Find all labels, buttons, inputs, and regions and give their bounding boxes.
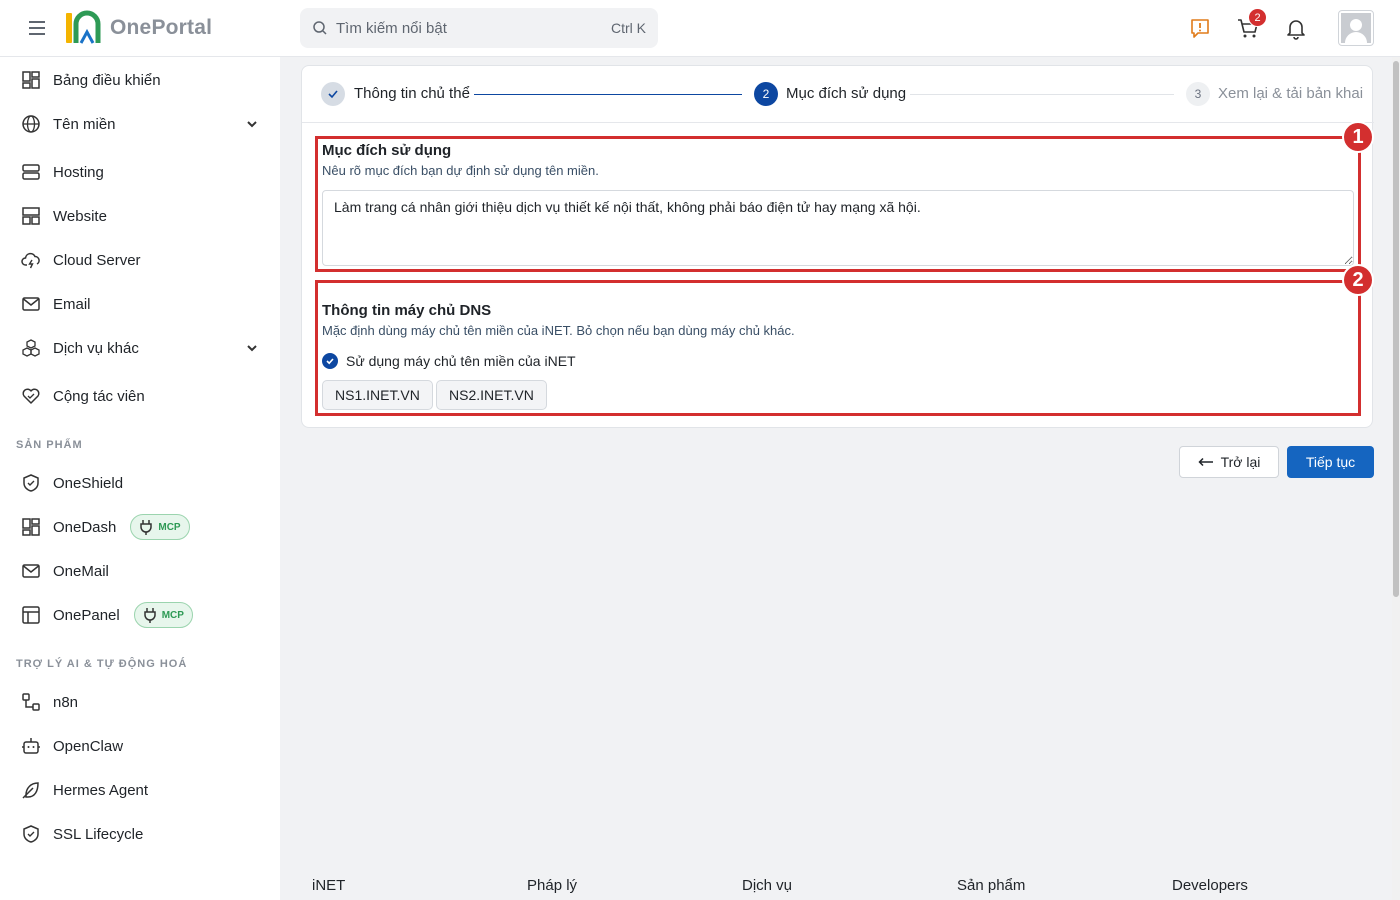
section-title-ai: TRỢ LÝ AI & TỰ ĐỘNG HOÁ — [16, 658, 188, 670]
sidebar-item-openclaw[interactable]: OpenClaw — [0, 728, 280, 764]
sidebar-item-cloud-server[interactable]: Cloud Server — [0, 242, 280, 278]
sidebar-item-label: n8n — [53, 693, 79, 711]
cloud-icon — [21, 252, 40, 269]
sidebar-item-label: Email — [53, 295, 91, 313]
footer-link-services[interactable]: Dịch vụ — [742, 877, 792, 894]
back-button[interactable]: Trở lại — [1179, 446, 1279, 478]
dashboard-icon — [22, 518, 40, 536]
dashboard-icon — [22, 71, 40, 89]
sidebar-item-dashboard[interactable]: Bảng điều khiển — [0, 62, 280, 98]
sidebar-item-label: Cloud Server — [53, 251, 141, 269]
sidebar-item-hosting[interactable]: Hosting — [0, 154, 280, 190]
mcp-badge: MCP — [133, 602, 193, 628]
sidebar-item-other-services[interactable]: Dịch vụ khác — [0, 330, 280, 366]
search-icon — [313, 21, 327, 35]
step-1-label: Thông tin chủ thể — [354, 85, 470, 102]
stepper: Thông tin chủ thể 2 Mục đích sử dụng 3 X… — [302, 66, 1374, 123]
next-button[interactable]: Tiếp tục — [1287, 446, 1374, 478]
sidebar-item-onemail[interactable]: OneMail — [0, 553, 280, 589]
sidebar-item-oneshield[interactable]: OneShield — [0, 465, 280, 501]
sidebar-item-website[interactable]: Website — [0, 198, 280, 234]
step-3-indicator: 3 — [1186, 82, 1210, 106]
plug-icon — [143, 608, 156, 623]
mail-icon — [22, 297, 40, 311]
layout-icon — [22, 606, 40, 624]
sidebar-item-label: OnePanel — [53, 606, 120, 624]
sidebar-item-email[interactable]: Email — [0, 286, 280, 322]
search-input[interactable] — [336, 19, 611, 37]
server-icon — [22, 164, 40, 180]
search-box[interactable]: Ctrl K — [300, 8, 658, 48]
top-bar: OnePortal Ctrl K 2 — [0, 0, 1400, 57]
step-1-indicator — [321, 82, 345, 106]
handshake-heart-icon — [22, 388, 40, 404]
logo-mark-icon — [66, 10, 101, 44]
menu-icon[interactable] — [26, 18, 48, 38]
cart-badge: 2 — [1248, 8, 1267, 27]
robot-icon — [22, 738, 40, 754]
sidebar-item-label: Tên miền — [53, 115, 116, 133]
annotation-number-2: 2 — [1342, 264, 1374, 296]
step-connector — [910, 94, 1174, 95]
logo-text: OnePortal — [110, 16, 213, 39]
sidebar-item-label: Hermes Agent — [53, 781, 149, 799]
user-avatar-icon — [1341, 13, 1371, 43]
back-button-label: Trở lại — [1220, 454, 1261, 470]
chevron-down-icon[interactable] — [246, 342, 258, 354]
avatar[interactable] — [1338, 10, 1374, 46]
sidebar-item-onepanel[interactable]: OnePanel MCP — [0, 597, 280, 633]
sidebar-item-label: Cộng tác viên — [53, 387, 145, 405]
sidebar-item-affiliate[interactable]: Cộng tác viên — [0, 378, 280, 414]
sidebar-item-label: Dịch vụ khác — [53, 339, 139, 357]
annotation-number-1: 1 — [1342, 121, 1374, 153]
sidebar-item-label: Bảng điều khiển — [53, 71, 161, 89]
shield-icon — [23, 474, 39, 492]
step-2-label: Mục đích sử dụng — [786, 85, 907, 102]
sidebar-item-label: OneMail — [53, 562, 109, 580]
sidebar-item-label: OneShield — [53, 474, 124, 492]
section-title-products: SẢN PHẨM — [16, 439, 83, 451]
sidebar-item-onedash[interactable]: OneDash MCP — [0, 509, 280, 545]
chevron-down-icon[interactable] — [246, 118, 258, 130]
step-connector — [474, 94, 742, 95]
annotation-box-2 — [315, 280, 1361, 416]
sidebar-item-label: Website — [53, 207, 107, 225]
footer-link-inet[interactable]: iNET — [312, 877, 345, 894]
mail-icon — [22, 564, 40, 578]
sidebar-item-label: OneDash — [53, 518, 117, 536]
sidebar-item-hermes-agent[interactable]: Hermes Agent — [0, 772, 280, 808]
scrollbar[interactable] — [1392, 57, 1400, 900]
sidebar-item-label: Hosting — [53, 163, 104, 181]
sidebar-item-label: SSL Lifecycle — [53, 825, 144, 843]
search-shortcut: Ctrl K — [611, 20, 646, 36]
sidebar-item-ssl-lifecycle[interactable]: SSL Lifecycle — [0, 816, 280, 852]
sidebar-item-n8n[interactable]: n8n — [0, 684, 280, 720]
footer-link-developers[interactable]: Developers — [1172, 877, 1248, 894]
globe-icon — [22, 115, 40, 133]
cubes-icon — [22, 339, 40, 357]
check-icon — [328, 90, 338, 99]
step-2-indicator: 2 — [754, 82, 778, 106]
feedback-icon[interactable] — [1188, 16, 1212, 40]
arrow-left-icon — [1198, 457, 1213, 467]
logo[interactable]: OnePortal — [64, 10, 212, 46]
annotation-box-1 — [315, 136, 1361, 272]
step-3-label: Xem lại & tải bản khai — [1218, 85, 1364, 102]
sidebar-item-label: OpenClaw — [53, 737, 124, 755]
mcp-badge: MCP — [130, 514, 190, 540]
bell-icon[interactable] — [1284, 16, 1308, 40]
feather-icon — [22, 782, 39, 799]
website-icon — [22, 207, 40, 225]
shield-check-icon — [23, 825, 39, 843]
plug-icon — [140, 520, 153, 535]
sidebar-item-domains[interactable]: Tên miền — [0, 106, 280, 142]
sidebar: Bảng điều khiển Tên miền Hosting Website… — [0, 57, 280, 900]
workflow-icon — [22, 693, 40, 711]
footer-link-legal[interactable]: Pháp lý — [527, 877, 577, 894]
footer-link-products[interactable]: Sản phẩm — [957, 877, 1025, 894]
scrollbar-thumb[interactable] — [1393, 61, 1399, 597]
